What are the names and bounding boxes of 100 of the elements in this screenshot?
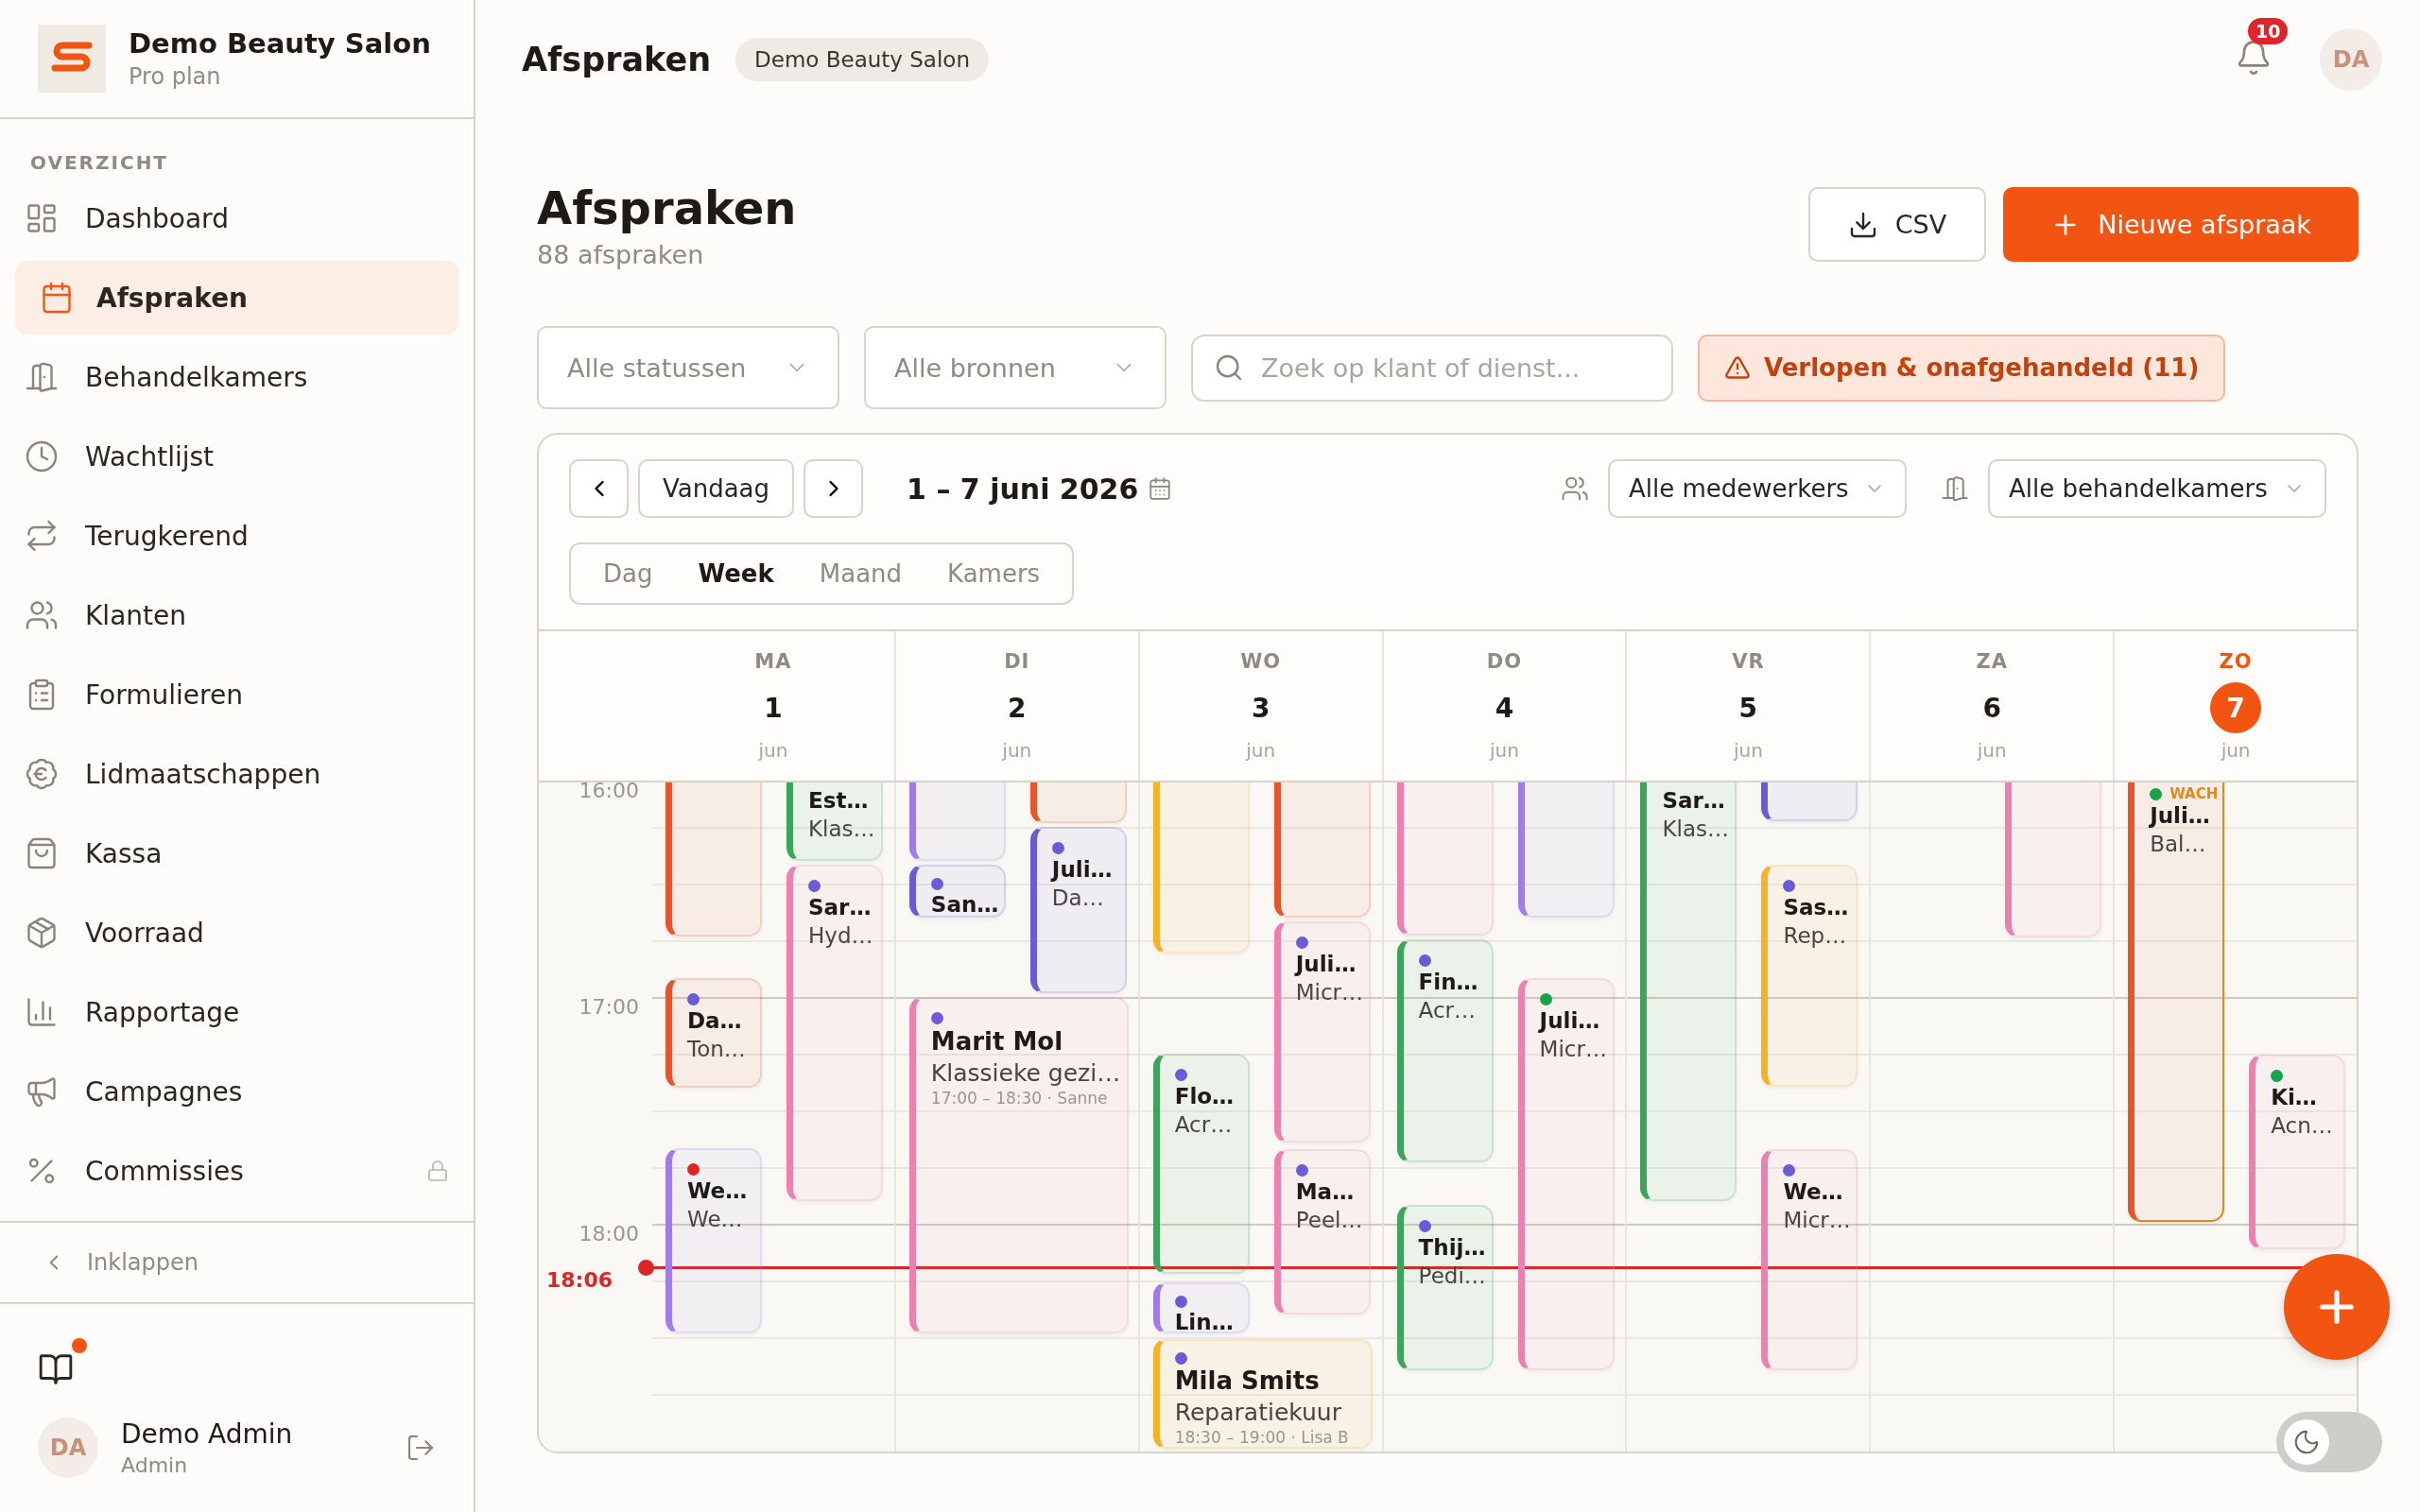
- door-icon: [1941, 474, 1969, 503]
- month-label: jun: [1733, 739, 1763, 762]
- weekday-label: MA: [754, 650, 792, 673]
- appointment-count: 88 afspraken: [537, 240, 705, 269]
- client-name: Fin…: [1418, 970, 1478, 994]
- appointment-card[interactable]: [666, 782, 762, 936]
- client-name: Ma…: [1295, 1179, 1355, 1204]
- client-name: Est…: [808, 788, 869, 813]
- grid-icon: [25, 201, 59, 235]
- appointment-card[interactable]: San…: [908, 865, 1006, 918]
- appointment-card[interactable]: Lin…: [1152, 1282, 1250, 1333]
- month-label: jun: [2221, 739, 2251, 762]
- appointment-card[interactable]: [1273, 782, 1371, 918]
- user-name: Demo Admin: [121, 1418, 294, 1450]
- client-name: Juli…: [1539, 1008, 1600, 1033]
- service-name: Reparatiekuur: [1174, 1399, 1341, 1426]
- weekday-label: DI: [1004, 650, 1030, 673]
- appointment-card[interactable]: Da… Ton…: [666, 978, 762, 1088]
- day-number: 3: [1250, 691, 1271, 726]
- nav-item[interactable]: Kassa: [15, 816, 458, 890]
- appointment-card[interactable]: Thij… Pedi…: [1396, 1205, 1494, 1370]
- door-icon: [25, 360, 59, 394]
- nav-item[interactable]: Campagnes: [15, 1055, 458, 1128]
- book-icon[interactable]: [38, 1351, 74, 1387]
- client-name: Sar…: [808, 895, 872, 919]
- header-title: Afspraken: [522, 41, 712, 78]
- service-name: Klas…: [1662, 816, 1729, 841]
- appointment-card[interactable]: Ki… Acn…: [2249, 1055, 2346, 1249]
- appointment-card[interactable]: Est… Klas…: [786, 782, 883, 861]
- service-name: Micr…: [1539, 1037, 1607, 1061]
- nav-item[interactable]: Lidmaatschappen: [15, 737, 458, 811]
- service-name: Peel…: [1295, 1208, 1363, 1232]
- current-time-dot: [638, 1260, 654, 1276]
- section-label: OVERZICHT: [30, 151, 169, 174]
- moon-icon: [2292, 1428, 2321, 1456]
- client-name: Juli…: [2150, 803, 2210, 828]
- date-range: 1 – 7 juni 2026: [907, 472, 1139, 506]
- appointment-card[interactable]: Ma… Peel…: [1273, 1149, 1371, 1314]
- appointment-card[interactable]: Juli… Micr…: [1273, 921, 1371, 1143]
- nav-item[interactable]: Terugkerend: [15, 499, 458, 573]
- appointment-time: 18:30 – 19:00 · Lisa B: [1174, 1428, 1349, 1447]
- month-label: jun: [1977, 739, 2007, 762]
- appointment-card[interactable]: [2005, 782, 2102, 937]
- client-name: Ki…: [2271, 1085, 2317, 1109]
- today-button[interactable]: Vandaag: [638, 459, 795, 518]
- client-name: Flo…: [1174, 1084, 1235, 1108]
- appointment-card[interactable]: WACH Juli… Bal…: [2128, 782, 2225, 1222]
- search-field[interactable]: Zoek op klant of dienst...: [1191, 334, 1673, 402]
- client-name: Juli…: [1051, 857, 1113, 882]
- nav-item[interactable]: Behandelkamers: [15, 340, 458, 414]
- salon-badge: Demo Beauty Salon: [735, 38, 989, 81]
- calendar-icon[interactable]: [1148, 476, 1173, 501]
- appointment-card[interactable]: [1396, 782, 1494, 936]
- appointment-card[interactable]: [908, 782, 1006, 861]
- day-number: 4: [1494, 691, 1515, 726]
- time-label: 17:00: [579, 995, 639, 1019]
- nav-item[interactable]: Wachtlijst: [15, 420, 458, 493]
- appointment-card[interactable]: We… We…: [666, 1148, 762, 1333]
- appointment-card[interactable]: We… Micr…: [1761, 1149, 1858, 1370]
- appointment-card[interactable]: Flo… Acr…: [1152, 1054, 1250, 1274]
- nav-item[interactable]: Rapportage: [15, 975, 458, 1049]
- csv-button[interactable]: CSV: [1807, 187, 1987, 262]
- box-icon: [25, 916, 59, 950]
- service-name: Micr…: [1295, 980, 1364, 1005]
- weekday-label: DO: [1486, 650, 1523, 673]
- nav-item[interactable]: Klanten: [15, 578, 458, 652]
- appointment-card[interactable]: Juli… Micr…: [1517, 978, 1615, 1370]
- nav-item[interactable]: Dashboard: [15, 181, 458, 255]
- client-name: We…: [687, 1178, 748, 1203]
- client-name: Juli…: [1295, 952, 1357, 976]
- nav-item[interactable]: Commissies: [15, 1134, 458, 1208]
- day-number: 1: [763, 691, 784, 726]
- people-icon: [25, 598, 59, 632]
- appointment-card[interactable]: Sas… Rep…: [1761, 865, 1858, 1087]
- nav-item[interactable]: Formulieren: [15, 658, 458, 731]
- appointment-card[interactable]: [1517, 782, 1615, 918]
- appointment-card[interactable]: Sar… Klas…: [1640, 782, 1737, 1201]
- appointment-card[interactable]: Sar… Hyd…: [786, 865, 883, 1201]
- client-name: Mila Smits: [1174, 1366, 1320, 1395]
- view-tab[interactable]: Week: [675, 559, 797, 588]
- service-name: Micr…: [1783, 1208, 1851, 1232]
- time-label: 18:00: [579, 1222, 639, 1246]
- service-name: Klassieke gezi…: [930, 1059, 1121, 1087]
- nav-item[interactable]: Voorraad: [15, 896, 458, 970]
- bag-icon: [25, 836, 59, 870]
- logout-icon[interactable]: [406, 1433, 436, 1463]
- service-name: Acn…: [2271, 1113, 2333, 1138]
- appointment-card[interactable]: Mila Smits Reparatiekuur 18:30 – 19:00 · Lisa B: [1152, 1339, 1373, 1449]
- appointment-card[interactable]: Fin… Acr…: [1396, 939, 1494, 1162]
- room-select[interactable]: Alle behandelkamers: [1988, 459, 2326, 518]
- nav-item[interactable]: Afspraken: [15, 261, 458, 335]
- current-time-label: 18:06: [546, 1268, 614, 1292]
- staff-select[interactable]: Alle medewerkers: [1608, 459, 1907, 518]
- service-name: Klas…: [808, 816, 875, 841]
- appointment-card[interactable]: Juli… Da…: [1029, 827, 1127, 993]
- client-name: Sas…: [1783, 895, 1849, 919]
- appointment-card[interactable]: Marit Mol Klassieke gezi… 17:00 – 18:30 · Sanne: [908, 997, 1129, 1333]
- overdue-filter-button[interactable]: Verlopen & onafgehandeld (11): [1698, 334, 2226, 402]
- day-number: 6: [1981, 691, 2002, 726]
- client-name: Da…: [687, 1008, 742, 1033]
